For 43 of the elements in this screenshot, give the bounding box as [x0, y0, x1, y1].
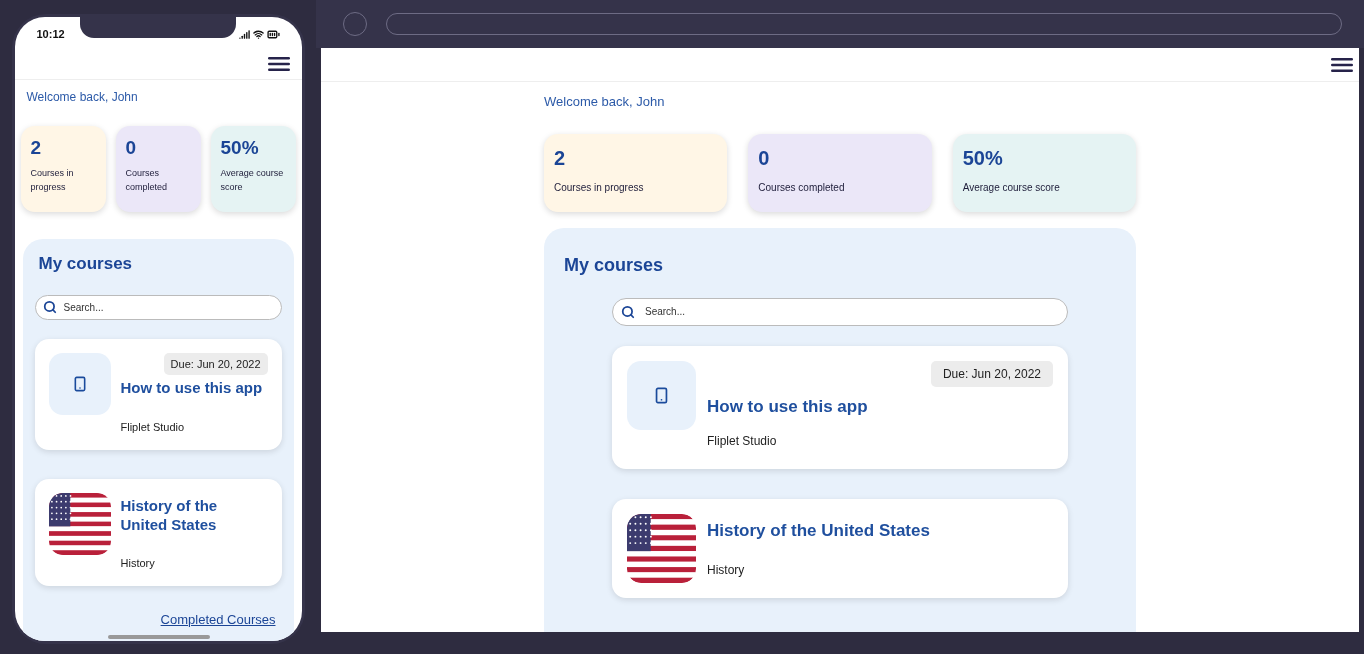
course-card[interactable]: History of the United States History — [34, 478, 282, 586]
stat-value: 50% — [220, 138, 260, 157]
stat-label: Average course score — [962, 180, 1061, 195]
section-title: My courses — [37, 253, 134, 275]
menu-icon[interactable] — [267, 56, 290, 72]
stat-value: 2 — [554, 147, 567, 168]
section-title: My courses — [564, 253, 665, 277]
course-subtitle: Fliplet Studio — [120, 420, 186, 435]
stat-label: Average course score — [220, 167, 285, 194]
smartphone-icon — [653, 386, 670, 404]
menu-icon[interactable] — [1331, 56, 1353, 73]
course-subtitle: Fliplet Studio — [707, 432, 778, 450]
due-date-badge: Due: Jun 20, 2022 — [930, 360, 1053, 387]
due-date-badge: Due: Jun 20, 2022 — [163, 352, 268, 375]
welcome-text: Welcome back, John — [544, 93, 666, 111]
course-title: How to use this app — [120, 378, 264, 397]
course-subtitle: History — [707, 561, 746, 579]
stat-value: 50% — [962, 147, 1004, 168]
course-subtitle: History — [120, 556, 156, 571]
course-card[interactable]: Due: Jun 20, 2022 How to use this app Fliplet Studio — [612, 345, 1068, 469]
stat-value: 0 — [758, 147, 771, 168]
search-field[interactable]: Search... — [612, 297, 1068, 326]
stat-label: Courses completed — [125, 167, 169, 194]
completed-courses-link[interactable]: Completed Courses — [160, 609, 276, 629]
course-title: History of the United States — [707, 519, 931, 542]
course-card[interactable]: Due: Jun 20, 2022 How to use this app Fliplet Studio — [34, 338, 282, 450]
stat-label: Courses completed — [758, 180, 846, 195]
wifi-icon — [252, 28, 264, 40]
flag-icon — [48, 492, 111, 555]
status-time: 10:12 — [36, 26, 65, 42]
search-field[interactable]: Search... — [34, 294, 282, 320]
flag-icon — [627, 513, 696, 583]
signal-icon — [238, 28, 250, 40]
welcome-text: Welcome back, John — [25, 89, 139, 106]
search-icon — [42, 299, 57, 314]
stat-value: 0 — [125, 138, 138, 157]
course-card[interactable]: History of the United States History — [612, 498, 1068, 598]
course-title: How to use this app — [707, 395, 869, 418]
stat-value: 2 — [30, 138, 43, 157]
course-title: History of the United States — [120, 495, 219, 534]
stat-label: Courses in progress — [30, 167, 75, 194]
stat-label: Courses in progress — [554, 180, 645, 195]
search-icon — [621, 304, 635, 319]
